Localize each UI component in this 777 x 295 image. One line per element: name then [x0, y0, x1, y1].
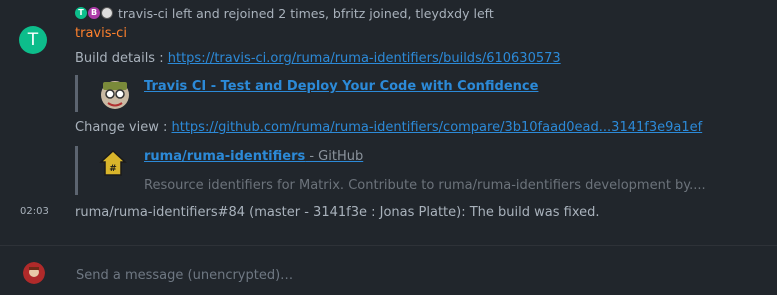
- svg-text:#: #: [109, 164, 117, 174]
- travis-mascot-icon: [101, 81, 129, 109]
- build-details-link[interactable]: https://travis-ci.org/ruma/ruma-identifi…: [168, 51, 561, 66]
- link-preview-github: # ruma/ruma-identifiers - GitHub Resourc…: [75, 146, 706, 195]
- link-preview-travis: Travis CI - Test and Deploy Your Code wi…: [75, 75, 538, 112]
- sender-avatar[interactable]: T: [19, 26, 47, 54]
- composer-divider: [0, 245, 777, 246]
- preview-description: Resource identifiers for Matrix. Contrib…: [144, 178, 706, 193]
- preview-site-name: - GitHub: [305, 149, 364, 164]
- sender-name[interactable]: travis-ci: [75, 26, 127, 41]
- preview-title: ruma/ruma-identifiers - GitHub: [144, 149, 363, 164]
- preview-title-link[interactable]: ruma/ruma-identifiers: [144, 149, 305, 164]
- avatar: B: [88, 7, 100, 19]
- message-composer-input[interactable]: [76, 266, 716, 284]
- own-avatar[interactable]: [23, 262, 45, 284]
- change-view-link[interactable]: https://github.com/ruma/ruma-identifiers…: [171, 120, 702, 135]
- avatar: [101, 7, 113, 19]
- change-view-label: Change view :: [75, 120, 172, 135]
- membership-text: travis-ci left and rejoined 2 times, bfr…: [118, 5, 494, 21]
- change-view-line: Change view : https://github.com/ruma/ru…: [75, 120, 702, 135]
- status-message-text: ruma/ruma-identifiers#84 (master - 3141f…: [75, 205, 600, 220]
- build-details-line: Build details : https://travis-ci.org/ru…: [75, 51, 561, 66]
- repository-house-icon: #: [99, 149, 127, 176]
- message-timestamp[interactable]: 02:03: [20, 206, 49, 217]
- build-details-label: Build details :: [75, 51, 168, 66]
- membership-summary[interactable]: T B travis-ci left and rejoined 2 times,…: [75, 4, 494, 22]
- avatar: T: [75, 7, 87, 19]
- member-avatars: T B: [75, 7, 114, 19]
- preview-title-link[interactable]: Travis CI - Test and Deploy Your Code wi…: [144, 79, 538, 94]
